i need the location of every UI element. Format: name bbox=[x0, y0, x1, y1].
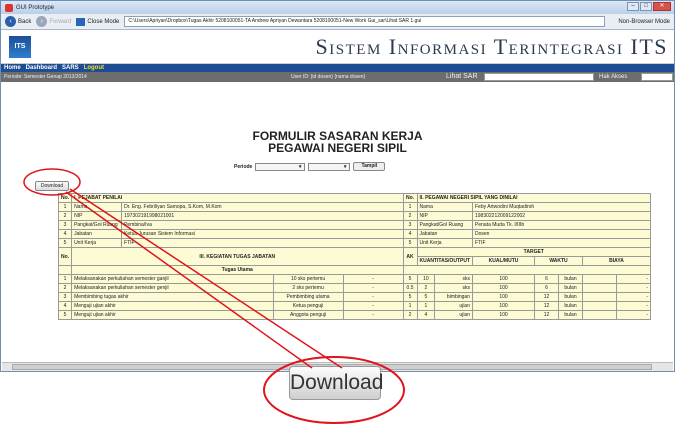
annotation-circle-small bbox=[23, 168, 81, 196]
annotation-line-2 bbox=[69, 188, 343, 369]
annotation-circle-large bbox=[263, 356, 405, 424]
annotation-overlay bbox=[23, 168, 405, 424]
annotation-line-1 bbox=[65, 191, 313, 369]
